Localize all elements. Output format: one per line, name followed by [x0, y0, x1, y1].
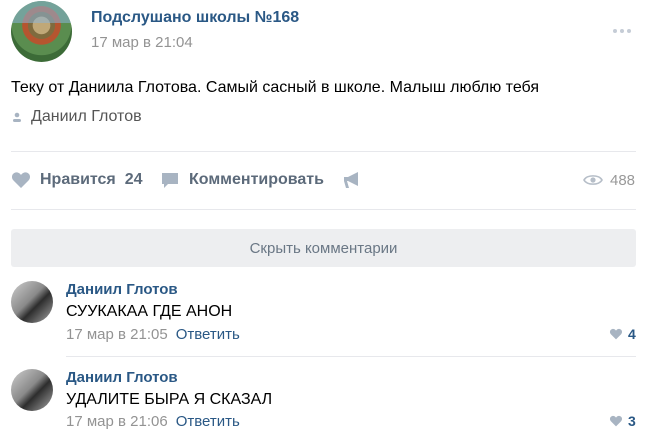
hide-comments-button[interactable]: Скрыть комментарии: [11, 229, 636, 267]
comment-text: УДАЛИТЕ БЫРА Я СКАЗАЛ: [66, 391, 273, 408]
eye-icon: [583, 175, 603, 185]
comment-like-count: 3: [628, 413, 636, 429]
share-button[interactable]: [343, 168, 363, 192]
comment-date[interactable]: 17 мар в 21:05: [66, 326, 168, 343]
divider: [66, 356, 636, 357]
comment-label: Комментировать: [189, 171, 324, 188]
heart-icon: [609, 415, 623, 427]
comment-date[interactable]: 17 мар в 21:06: [66, 413, 168, 430]
user-icon: [13, 112, 21, 122]
divider: [11, 209, 636, 210]
comment-text: СУУКАКАА ГДЕ АНОН: [66, 303, 233, 320]
post-date[interactable]: 17 мар в 21:04: [91, 34, 193, 51]
comment-like-button[interactable]: 4: [609, 326, 636, 342]
heart-icon: [609, 328, 623, 340]
heart-icon: [11, 172, 31, 188]
like-label: Нравится: [40, 171, 116, 188]
comment-author[interactable]: Даниил Глотов: [66, 369, 178, 386]
like-button[interactable]: Нравится 24: [11, 168, 143, 192]
views-counter: 488: [583, 168, 635, 192]
post-text: Теку от Даниила Глотова. Самый сасный в …: [11, 79, 540, 96]
comment-like-button[interactable]: 3: [609, 413, 636, 429]
comment-meta: 17 мар в 21:06 Ответить: [66, 413, 240, 430]
megaphone-icon: [344, 172, 358, 188]
group-avatar[interactable]: [11, 1, 72, 62]
comment-button[interactable]: Комментировать: [161, 168, 324, 192]
views-count: 488: [610, 171, 636, 189]
comment-icon: [162, 172, 178, 188]
group-name-link[interactable]: Подслушано школы №168: [91, 9, 299, 27]
reply-button[interactable]: Ответить: [176, 326, 240, 343]
comment-avatar[interactable]: [11, 281, 53, 323]
post-signer[interactable]: Даниил Глотов: [11, 108, 142, 128]
comment-avatar[interactable]: [11, 369, 53, 411]
comment-author[interactable]: Даниил Глотов: [66, 281, 178, 298]
comment-meta: 17 мар в 21:05 Ответить: [66, 326, 240, 343]
divider: [11, 151, 636, 152]
like-count: 24: [124, 171, 143, 188]
signer-name[interactable]: Даниил Глотов: [31, 108, 142, 125]
reply-button[interactable]: Ответить: [176, 413, 240, 430]
more-dots-icon[interactable]: [613, 20, 635, 33]
comment-like-count: 4: [628, 326, 636, 342]
